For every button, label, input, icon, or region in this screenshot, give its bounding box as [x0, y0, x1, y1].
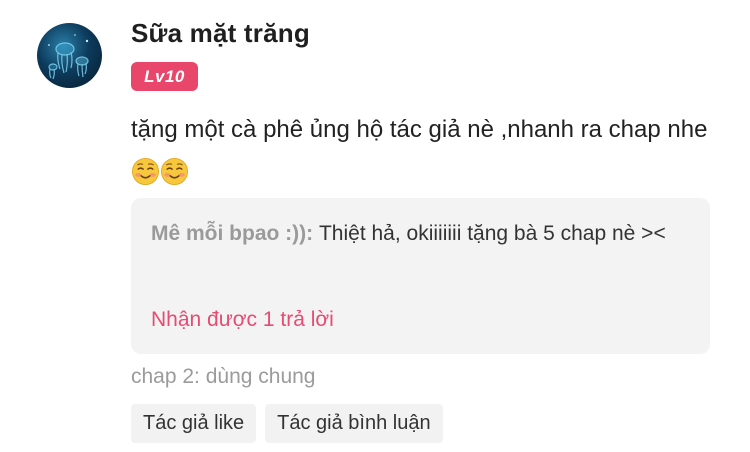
avatar[interactable] [37, 23, 102, 88]
comment-text-body: tặng một cà phê ủng hộ tác giả nè ,nhanh… [131, 116, 708, 143]
chapter-label[interactable]: chap 2: dùng chung [131, 365, 316, 389]
comment-card: Sữa mặt trăng Lv10 tặng một cà phê ủng h… [0, 0, 750, 452]
tag-list: Tác giả like Tác giả bình luận [131, 404, 443, 443]
comment-text: tặng một cà phê ủng hộ tác giả nè ,nhanh… [131, 108, 721, 196]
smiling-face-icon [160, 157, 189, 186]
tag-author-commented: Tác giả bình luận [265, 404, 443, 443]
view-replies-link[interactable]: Nhận được 1 trả lời [151, 308, 334, 332]
reply-separator: : [306, 222, 319, 245]
reply-preview[interactable]: Mê mỗi bpao :)): Thiệt hả, okiiiiiii tặn… [131, 198, 710, 354]
smiling-face-icon [131, 157, 160, 186]
tag-author-liked: Tác giả like [131, 404, 257, 443]
reply-body: Thiệt hả, okiiiiiii tặng bà 5 chap nè >< [318, 222, 666, 245]
jellyfish-avatar-icon [48, 34, 89, 80]
reply-author[interactable]: Mê mỗi bpao :)) [151, 222, 306, 245]
reply-text: Mê mỗi bpao :)): Thiệt hả, okiiiiiii tặn… [151, 213, 691, 255]
level-badge: Lv10 [131, 62, 198, 91]
username[interactable]: Sữa mặt trăng [131, 18, 310, 49]
